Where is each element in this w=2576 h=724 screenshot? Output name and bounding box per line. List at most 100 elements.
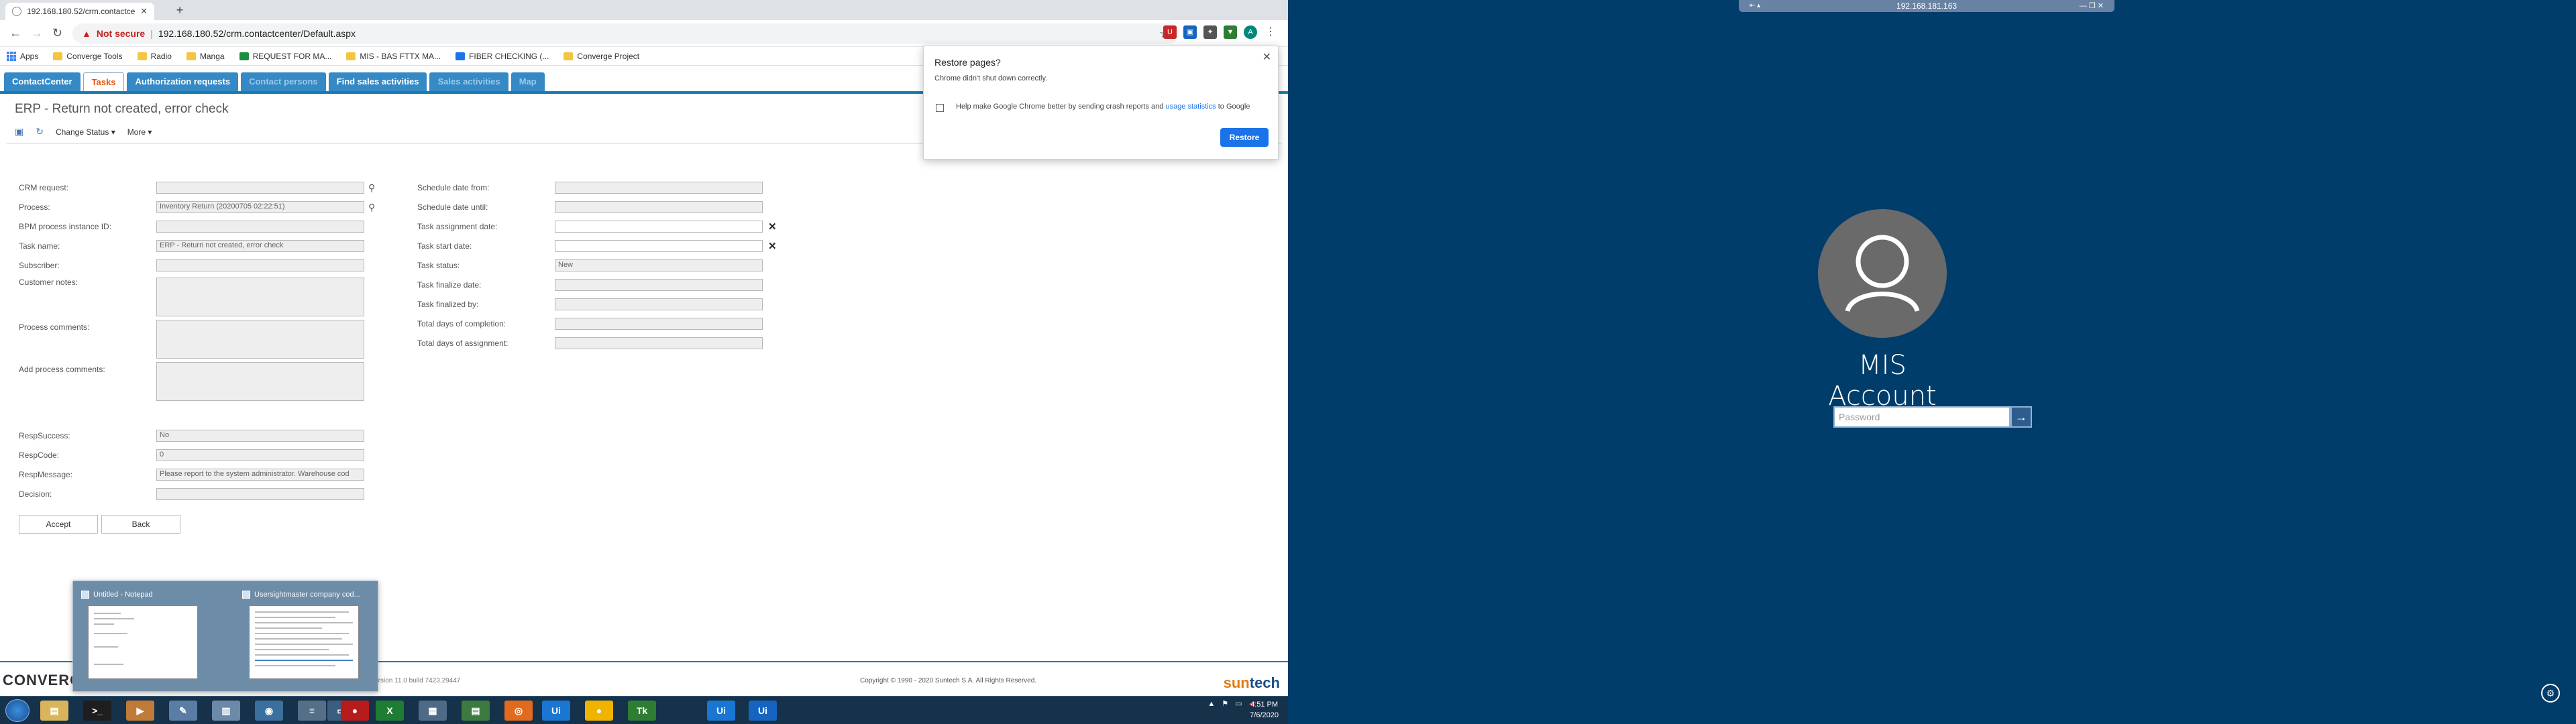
ease-of-access-icon[interactable]: ⚙ [2541,684,2560,703]
extension-blue-icon[interactable]: ▣ [1183,25,1197,39]
window-controls-icon[interactable]: — ❐ ✕ [2080,0,2104,12]
usage-stats-checkbox[interactable] [936,104,944,112]
back-icon[interactable]: ← [9,27,21,39]
schedule-until-field[interactable] [555,201,763,213]
bookmark-manga[interactable]: Manga [186,52,225,61]
customer-notes-textarea[interactable] [156,278,364,316]
forward-icon[interactable]: → [31,27,43,39]
start-button[interactable] [5,699,30,722]
extension-red-icon[interactable]: U [1163,25,1177,39]
tray-expand-icon[interactable]: ▲ [1208,700,1215,708]
crm-request-field[interactable] [156,182,364,194]
refresh-icon[interactable]: ↻ [36,126,44,137]
thumbnail-document[interactable]: Usersightmaster company cod... [239,591,371,691]
finalize-date-field[interactable] [555,279,763,291]
tab-find-sales-activities[interactable]: Find sales activities [328,72,427,91]
schedule-from-field[interactable] [555,182,763,194]
address-bar[interactable]: ▲ Not secure | 192.168.180.52/crm.contac… [72,23,1179,44]
chrome-icon[interactable]: ◉ [255,701,283,721]
media-player-icon[interactable]: ▶ [126,701,154,721]
tab-tasks[interactable]: Tasks [83,72,125,91]
bpm-id-row: BPM process instance ID: [19,221,364,233]
ticket-app-icon[interactable]: Tk [628,701,656,721]
tab-sales-activities[interactable]: Sales activities [429,72,508,91]
text-line [255,611,349,613]
paint-icon[interactable]: ✎ [169,701,197,721]
days-completion-field[interactable] [555,318,763,330]
flag-icon[interactable]: ⚑ [1222,699,1228,708]
field-label: RespSuccess: [19,431,70,440]
pin-icon[interactable]: ⇤ ▴ [1750,0,1760,12]
uipath-icon[interactable]: Ui [707,701,735,721]
change-status-menu[interactable]: Change Status ▾ [56,127,115,137]
sheet-icon[interactable]: ▦ [419,701,447,721]
bookmark-fiber-checking[interactable]: FIBER CHECKING (... [455,52,549,61]
subscriber-field[interactable] [156,259,364,272]
bookmark-converge-tools[interactable]: Converge Tools [53,52,123,61]
close-tab-icon[interactable]: ✕ [140,6,148,17]
profile-avatar[interactable]: A [1244,25,1257,39]
command-prompt-icon[interactable]: >_ [83,701,111,721]
bookmark-apps[interactable]: Apps [7,51,38,61]
bookmark-request[interactable]: REQUEST FOR MA... [239,52,331,61]
uipath-icon[interactable]: Ui [542,701,570,721]
excel-icon[interactable]: X [376,701,404,721]
bpm-instance-field[interactable] [156,221,364,233]
chrome-menu-icon[interactable]: ⋮ [1264,25,1277,39]
new-tab-button[interactable]: + [172,4,188,17]
task-status-field[interactable]: New [555,259,763,272]
text-line [94,623,114,625]
chrome-toolbar: ← → ↻ ▲ Not secure | 192.168.180.52/crm.… [0,20,1288,47]
field-label: Task finalized by: [417,300,479,309]
tab-authorization-requests[interactable]: Authorization requests [127,72,239,91]
clock[interactable]: 4:51 PM 7/6/2020 [1250,699,1279,721]
extension-green-icon[interactable]: ▼ [1224,25,1237,39]
clear-icon[interactable]: ✕ [768,240,777,252]
ubuntu-icon[interactable]: ◎ [504,701,533,721]
task-name-field[interactable]: ERP - Return not created, error check [156,240,364,252]
add-comments-textarea[interactable] [156,362,364,401]
resp-success-field[interactable]: No [156,430,364,442]
assignment-date-field[interactable] [555,221,763,233]
network-icon[interactable]: ▭ [1235,699,1242,708]
stack-icon[interactable]: ≡ [298,701,326,721]
field-label: Process comments: [19,322,90,332]
calculator-icon[interactable]: ▤ [462,701,490,721]
password-field[interactable]: Password [1833,406,2010,428]
process-field[interactable]: Inventory Return (20200705 02:22:51) [156,201,364,213]
tab-contact-persons[interactable]: Contact persons [241,72,326,91]
file-explorer-icon[interactable]: ▤ [40,701,68,721]
browser-tab[interactable]: 192.168.180.52/crm.contactcente ✕ [5,3,154,20]
thumbnail-notepad[interactable]: Untitled - Notepad [78,591,210,691]
more-menu[interactable]: More ▾ [127,127,152,137]
record-icon[interactable]: ● [341,701,369,721]
resp-code-field[interactable]: 0 [156,449,364,461]
bookmark-radio[interactable]: Radio [137,52,172,61]
back-button[interactable]: Back [101,515,180,534]
tab-map[interactable]: Map [511,72,545,91]
tab-contactcenter[interactable]: ContactCenter [4,72,80,91]
usage-statistics-link[interactable]: usage statistics [1165,103,1216,111]
accept-button[interactable]: Accept [19,515,98,534]
files-icon[interactable]: ▥ [212,701,240,721]
field-label: Task assignment date: [417,222,498,231]
reload-icon[interactable]: ↻ [52,27,62,39]
extensions-puzzle-icon[interactable]: ✦ [1203,25,1217,39]
bookmark-converge-project[interactable]: Converge Project [564,52,639,61]
finalized-by-field[interactable] [555,298,763,310]
days-assignment-field[interactable] [555,337,763,349]
restore-button[interactable]: Restore [1220,128,1269,147]
clear-icon[interactable]: ✕ [768,221,777,233]
process-comments-textarea[interactable] [156,320,364,359]
search-icon[interactable]: ⚲ [368,182,375,194]
bookmark-mis-bas[interactable]: MIS - BAS FTTX MA... [346,52,441,61]
save-icon[interactable]: ▣ [15,126,23,137]
submit-arrow-icon[interactable]: → [2010,406,2032,428]
yellow-app-icon[interactable]: ● [585,701,613,721]
start-date-field[interactable] [555,240,763,252]
close-icon[interactable]: ✕ [1263,50,1271,64]
search-icon[interactable]: ⚲ [368,202,375,213]
decision-field[interactable] [156,488,364,500]
resp-message-field[interactable]: Please report to the system administrato… [156,469,364,481]
uipath-icon[interactable]: Ui [749,701,777,721]
